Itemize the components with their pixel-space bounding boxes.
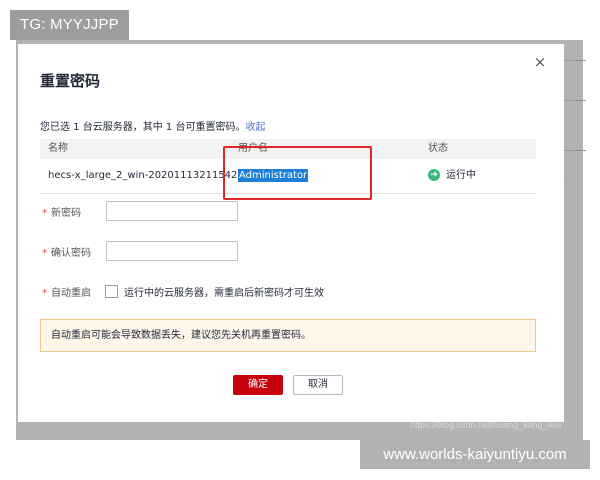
new-password-label: * 新密码 bbox=[42, 208, 81, 219]
new-password-input[interactable] bbox=[106, 201, 238, 221]
warning-alert: 自动重启可能会导致数据丢失，建议您先关机再重置密码。 bbox=[40, 319, 536, 352]
bottom-watermark-badge: www.worlds-kaiyuntiyu.com bbox=[360, 440, 590, 469]
auto-restart-checkbox[interactable] bbox=[105, 285, 118, 298]
cancel-button[interactable]: 取消 bbox=[293, 375, 343, 395]
close-icon[interactable]: × bbox=[532, 54, 548, 70]
confirm-button[interactable]: 确定 bbox=[233, 375, 283, 395]
reset-password-dialog: × 重置密码 您已选 1 台云服务器，其中 1 台可重置密码。收起 名称 用户名… bbox=[18, 44, 564, 422]
selection-info-text: 您已选 1 台云服务器，其中 1 台可重置密码。 bbox=[40, 122, 246, 133]
confirm-password-label: * 确认密码 bbox=[42, 248, 91, 259]
dialog-title: 重置密码 bbox=[40, 72, 101, 90]
status-cell: ➜ 运行中 bbox=[428, 159, 476, 193]
running-status-icon: ➜ bbox=[428, 169, 440, 181]
auto-restart-text: 运行中的云服务器，需重启后新密码才可生效 bbox=[124, 288, 324, 299]
confirm-password-input[interactable] bbox=[106, 241, 238, 261]
auto-restart-label: * 自动重启 bbox=[42, 288, 91, 299]
column-header-status: 状态 bbox=[428, 143, 448, 154]
selection-info: 您已选 1 台云服务器，其中 1 台可重置密码。收起 bbox=[40, 118, 265, 133]
top-watermark-badge: TG: MYYJJPP bbox=[10, 10, 129, 40]
server-name: hecs-x_large_2_win-20201113211542 bbox=[48, 170, 238, 181]
username-highlight-box bbox=[223, 146, 372, 200]
collapse-link[interactable]: 收起 bbox=[245, 122, 265, 133]
status-text: 运行中 bbox=[446, 170, 476, 181]
column-header-name: 名称 bbox=[48, 143, 68, 154]
